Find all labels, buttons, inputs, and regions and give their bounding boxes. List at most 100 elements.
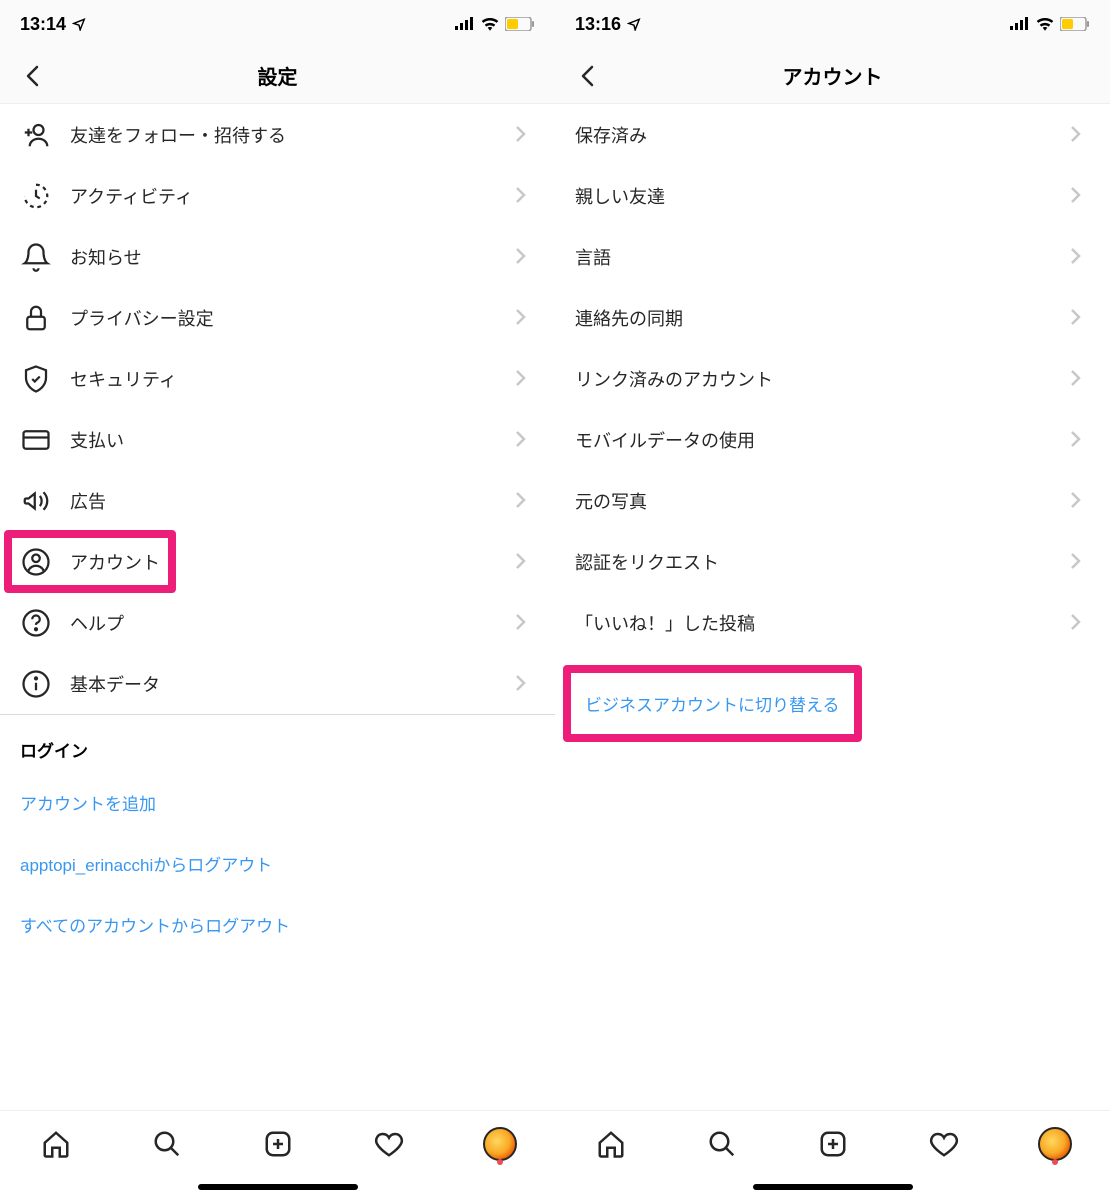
login-section-header: ログイン	[0, 715, 555, 772]
page-title: アカウント	[783, 61, 883, 90]
status-left: 13:14	[20, 14, 86, 35]
tab-home[interactable]	[593, 1126, 629, 1162]
wifi-icon	[481, 17, 499, 31]
tab-profile[interactable]	[482, 1126, 518, 1162]
add-account-link[interactable]: アカウントを追加	[0, 772, 555, 833]
chevron-right-icon	[1070, 308, 1090, 328]
chevron-right-icon	[1070, 247, 1090, 267]
bell-icon	[20, 241, 52, 273]
activity-icon	[20, 180, 52, 212]
battery-icon	[1060, 17, 1090, 31]
item-label: ヘルプ	[70, 610, 497, 636]
chevron-right-icon	[515, 186, 535, 206]
account-screen: 13:16 アカウント 保存済み 親しい友達 言語 連絡先の同期	[555, 0, 1110, 1200]
list-item-activity[interactable]: アクティビティ	[0, 165, 555, 226]
list-item-contacts-sync[interactable]: 連絡先の同期	[555, 287, 1110, 348]
list-item-account[interactable]: アカウント	[0, 531, 555, 592]
chevron-right-icon	[515, 674, 535, 694]
lock-icon	[20, 302, 52, 334]
tab-activity[interactable]	[926, 1126, 962, 1162]
chevron-right-icon	[1070, 186, 1090, 206]
account-list: 保存済み 親しい友達 言語 連絡先の同期 リンク済みのアカウント モバイルデータ…	[555, 104, 1110, 1110]
add-person-icon	[20, 119, 52, 151]
list-item-language[interactable]: 言語	[555, 226, 1110, 287]
settings-list: 友達をフォロー・招待する アクティビティ お知らせ プライバシー設定 セキュリテ…	[0, 104, 555, 1110]
location-icon	[72, 17, 86, 31]
tab-create[interactable]	[260, 1126, 296, 1162]
tab-profile[interactable]	[1037, 1126, 1073, 1162]
tab-search[interactable]	[704, 1126, 740, 1162]
chevron-right-icon	[515, 491, 535, 511]
info-icon	[20, 668, 52, 700]
item-label: 友達をフォロー・招待する	[70, 122, 497, 148]
status-time: 13:14	[20, 14, 66, 35]
item-label: 言語	[575, 244, 1070, 270]
item-label: アクティビティ	[70, 183, 497, 209]
item-label: セキュリティ	[70, 366, 497, 392]
card-icon	[20, 424, 52, 456]
list-item-original-photos[interactable]: 元の写真	[555, 470, 1110, 531]
list-item-liked-posts[interactable]: 「いいね！」した投稿	[555, 592, 1110, 653]
item-label: 広告	[70, 488, 497, 514]
shield-icon	[20, 363, 52, 395]
list-item-security[interactable]: セキュリティ	[0, 348, 555, 409]
list-item-linked-accounts[interactable]: リンク済みのアカウント	[555, 348, 1110, 409]
chevron-right-icon	[515, 247, 535, 267]
wifi-icon	[1036, 17, 1054, 31]
chevron-right-icon	[1070, 613, 1090, 633]
chevron-right-icon	[515, 308, 535, 328]
tab-activity[interactable]	[371, 1126, 407, 1162]
nav-header: アカウント	[555, 48, 1110, 104]
nav-header: 設定	[0, 48, 555, 104]
item-label: 元の写真	[575, 488, 1070, 514]
back-button[interactable]	[16, 60, 48, 92]
back-button[interactable]	[571, 60, 603, 92]
list-item-notifications[interactable]: お知らせ	[0, 226, 555, 287]
status-left: 13:16	[575, 14, 641, 35]
signal-icon	[1010, 17, 1030, 31]
person-circle-icon	[20, 546, 52, 578]
chevron-right-icon	[515, 552, 535, 572]
settings-screen: 13:14 設定 友達をフォロー・招待する アクティビティ お知らせ	[0, 0, 555, 1200]
tab-search[interactable]	[149, 1126, 185, 1162]
item-label: 基本データ	[70, 671, 497, 697]
tab-home[interactable]	[38, 1126, 74, 1162]
list-item-privacy[interactable]: プライバシー設定	[0, 287, 555, 348]
list-item-help[interactable]: ヘルプ	[0, 592, 555, 653]
status-time: 13:16	[575, 14, 621, 35]
list-item-invite[interactable]: 友達をフォロー・招待する	[0, 104, 555, 165]
tab-create[interactable]	[815, 1126, 851, 1162]
item-label: 親しい友達	[575, 183, 1070, 209]
home-indicator	[198, 1184, 358, 1190]
item-label: リンク済みのアカウント	[575, 366, 1070, 392]
item-label: 「いいね！」した投稿	[575, 610, 1070, 636]
list-item-mobile-data[interactable]: モバイルデータの使用	[555, 409, 1110, 470]
list-item-ads[interactable]: 広告	[0, 470, 555, 531]
chevron-right-icon	[1070, 430, 1090, 450]
switch-business-link[interactable]: ビジネスアカウントに切り替える	[563, 665, 862, 742]
list-item-request-verification[interactable]: 認証をリクエスト	[555, 531, 1110, 592]
list-item-close-friends[interactable]: 親しい友達	[555, 165, 1110, 226]
avatar	[1038, 1127, 1072, 1161]
avatar	[483, 1127, 517, 1161]
chevron-right-icon	[1070, 125, 1090, 145]
chevron-right-icon	[1070, 491, 1090, 511]
chevron-right-icon	[1070, 552, 1090, 572]
item-label: 保存済み	[575, 122, 1070, 148]
chevron-right-icon	[515, 369, 535, 389]
chevron-right-icon	[515, 613, 535, 633]
status-bar: 13:16	[555, 0, 1110, 48]
item-label: アカウント	[70, 549, 497, 575]
list-item-payments[interactable]: 支払い	[0, 409, 555, 470]
list-item-about[interactable]: 基本データ	[0, 653, 555, 714]
item-label: プライバシー設定	[70, 305, 497, 331]
chevron-right-icon	[515, 430, 535, 450]
chevron-right-icon	[515, 125, 535, 145]
home-indicator	[753, 1184, 913, 1190]
logout-all-link[interactable]: すべてのアカウントからログアウト	[0, 894, 555, 955]
location-icon	[627, 17, 641, 31]
logout-user-link[interactable]: apptopi_erinacchiからログアウト	[0, 833, 555, 894]
item-label: 認証をリクエスト	[575, 549, 1070, 575]
list-item-saved[interactable]: 保存済み	[555, 104, 1110, 165]
item-label: 支払い	[70, 427, 497, 453]
